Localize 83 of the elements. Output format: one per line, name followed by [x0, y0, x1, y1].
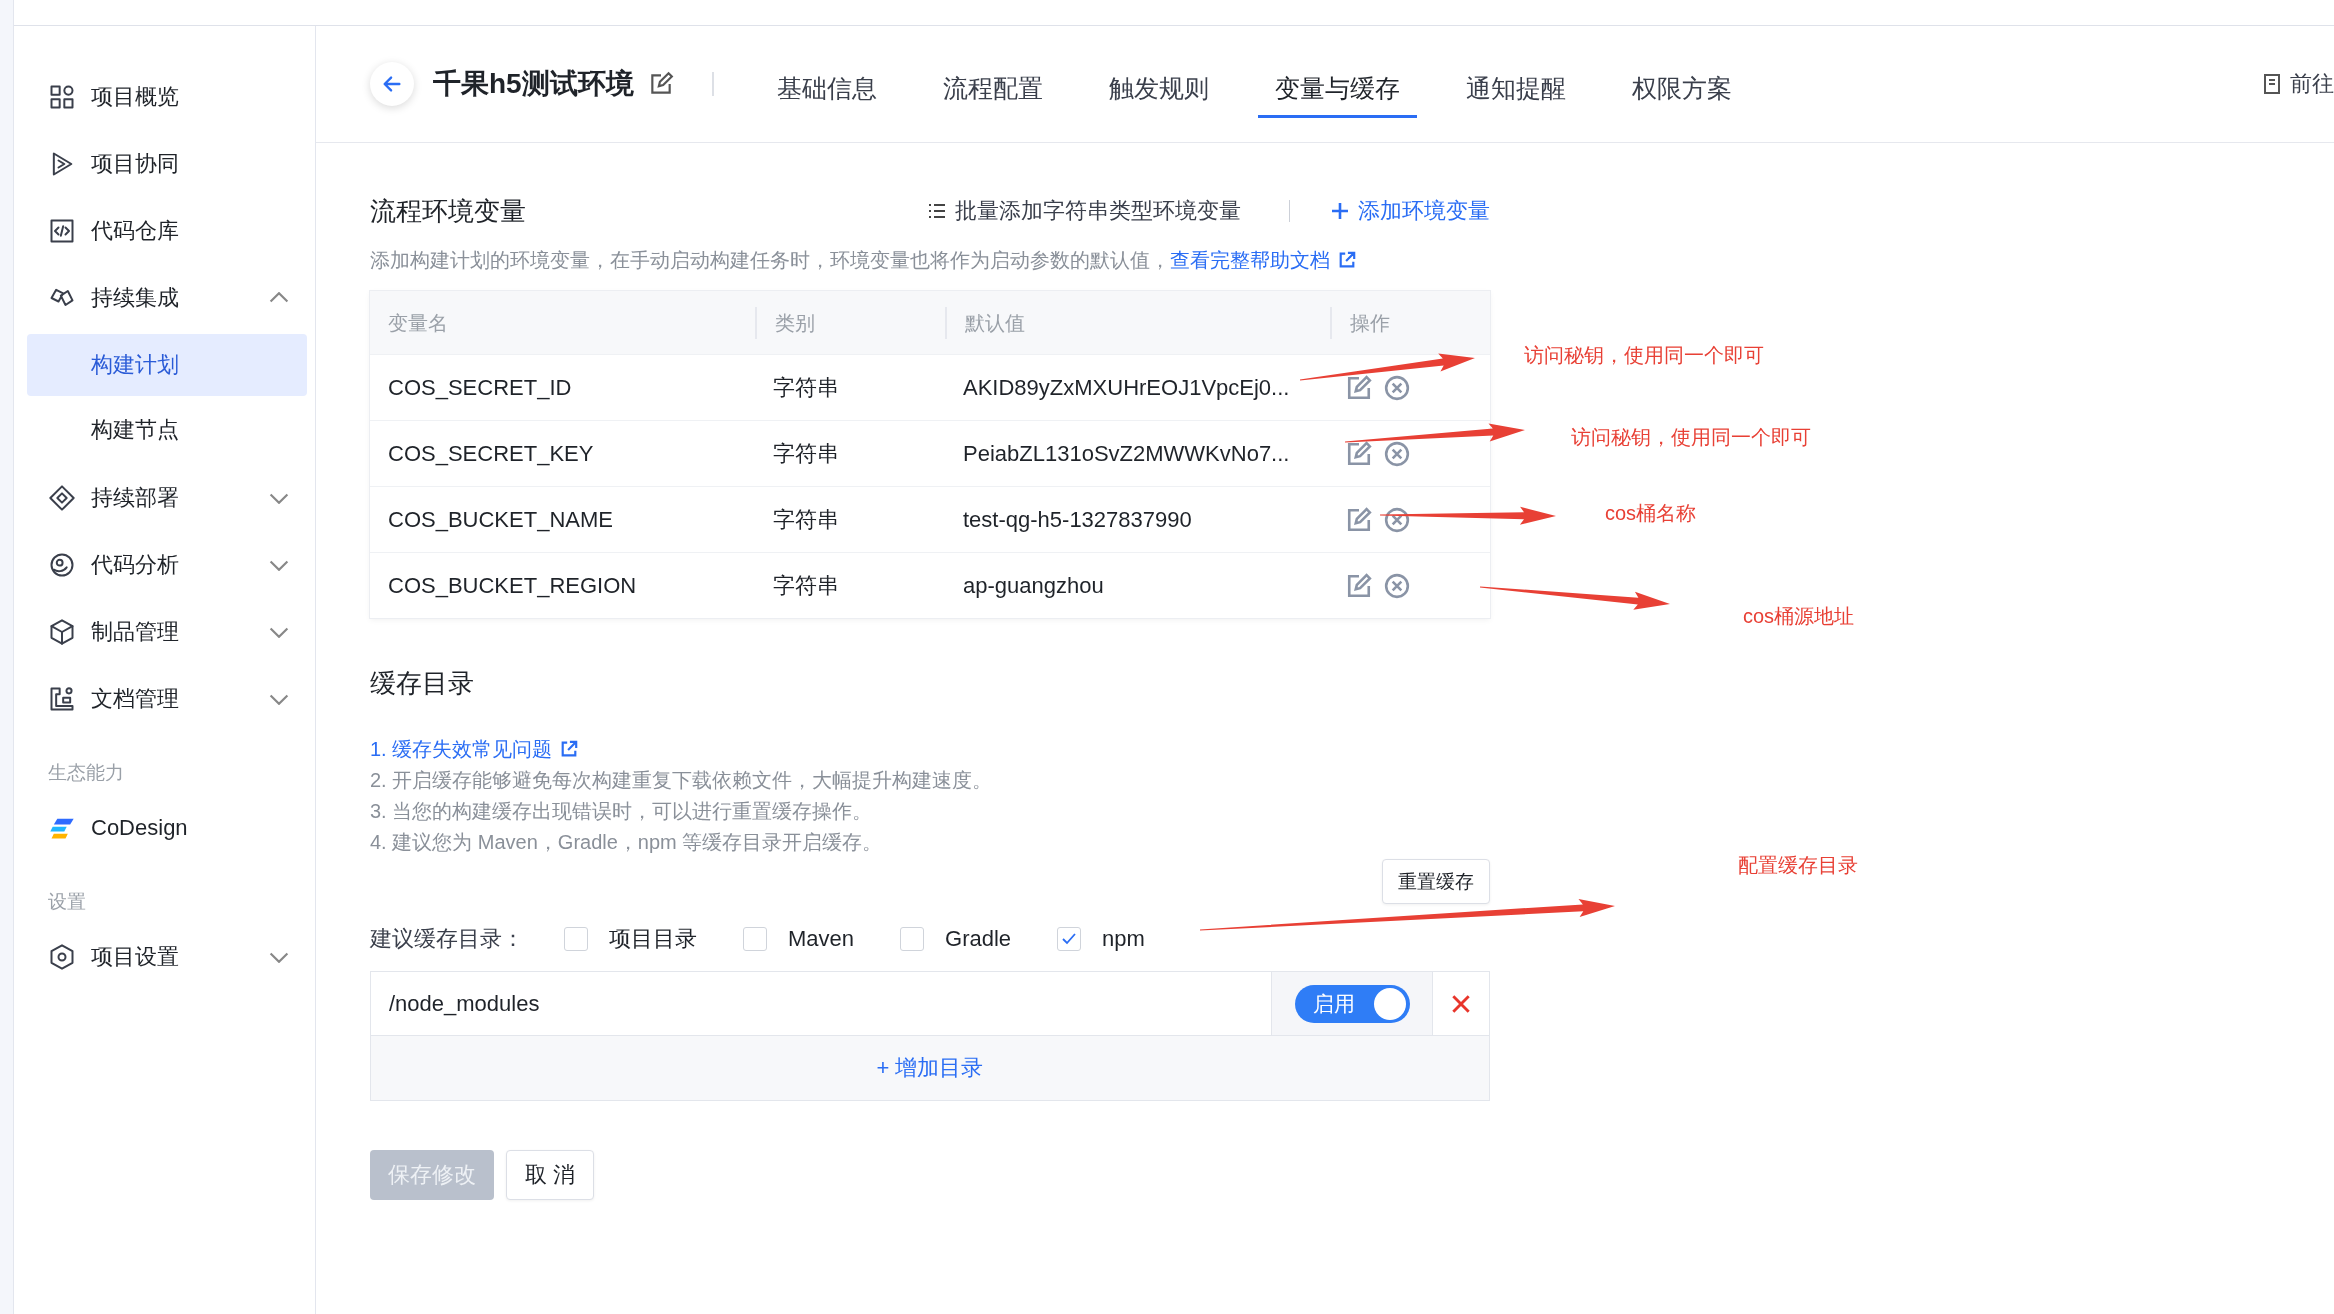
cancel-button[interactable]: 取 消 — [506, 1150, 595, 1200]
annotation-text: cos桶源地址 — [1743, 604, 1855, 629]
table-cell-text: 字符串 — [772, 373, 840, 402]
document-icon — [48, 684, 76, 713]
checkbox-label: npm — [1102, 926, 1145, 952]
add-variable-button[interactable]: 添加环境变量 — [1330, 196, 1490, 226]
tab[interactable]: 基础信息 — [759, 50, 894, 118]
tab[interactable]: 权限方案 — [1614, 50, 1749, 118]
annotation-text: 配置缓存目录 — [1738, 853, 1858, 878]
page-title: 千果h5测试环境 — [433, 67, 634, 101]
nav-item[interactable]: 制品管理 — [14, 598, 315, 665]
column-header: 操作 — [1330, 306, 1490, 339]
tab[interactable]: 流程配置 — [925, 50, 1060, 118]
nav-item[interactable]: 项目协同 — [14, 130, 315, 197]
note-text: 2. 开启缓存能够避免每次构建重复下载依赖文件，大幅提升构建速度。 — [370, 768, 994, 793]
back-arrow-icon — [381, 73, 403, 95]
nav-item[interactable]: 代码仓库 — [14, 197, 315, 264]
edit-icon[interactable] — [1346, 440, 1372, 467]
table-cell-text: 字符串 — [772, 571, 840, 600]
nav-item[interactable]: 构建节点 — [27, 399, 307, 461]
checkbox-label: Maven — [788, 926, 855, 952]
checkbox[interactable] — [564, 927, 588, 951]
path-field[interactable]: /node_modules — [371, 972, 1271, 1035]
section-title: 流程环境变量 — [370, 194, 526, 228]
field-label: 建议缓存目录： — [370, 925, 524, 953]
diamond-icon — [48, 483, 76, 512]
checkbox[interactable] — [743, 927, 767, 951]
close-icon[interactable] — [1450, 992, 1472, 1015]
nav-item[interactable]: CoDesign — [14, 794, 315, 861]
checkbox[interactable] — [900, 927, 925, 951]
note-text: 3. 当您的构建缓存出现错误时，可以进行重置缓存操作。 — [370, 799, 874, 824]
section-title: 设置 — [47, 890, 87, 914]
tab[interactable]: 变量与缓存 — [1257, 50, 1417, 118]
reset-cache-button[interactable]: 重置缓存 — [1382, 859, 1490, 904]
nav-item[interactable]: 构建计划 — [27, 334, 307, 396]
external-link-icon — [560, 740, 579, 758]
checkbox-label: 项目目录 — [609, 925, 697, 953]
batch-add-button[interactable]: 批量添加字符串类型环境变量 — [927, 196, 1241, 226]
help-link[interactable]: 查看完整帮助文档 — [1170, 249, 1356, 271]
list-icon — [927, 201, 947, 221]
table-cell-text: 字符串 — [772, 505, 840, 534]
table-cell-text: COS_BUCKET_NAME — [387, 506, 614, 533]
nav-item[interactable]: 文档管理 — [14, 665, 315, 732]
external-link-icon — [1338, 251, 1356, 269]
annotation-text: 访问秘钥，使用同一个即可 — [1524, 343, 1764, 368]
table-cell-text: COS_BUCKET_REGION — [387, 572, 638, 599]
goto-link[interactable]: 前往 — [2290, 69, 2334, 99]
nav-item[interactable]: 持续部署 — [14, 464, 315, 531]
table-cell-text: ap-guangzhou — [962, 572, 1105, 599]
back-button[interactable] — [370, 62, 414, 106]
table-cell-text: COS_SECRET_KEY — [387, 440, 595, 467]
column-header: 默认值 — [945, 306, 1330, 339]
tab[interactable]: 通知提醒 — [1448, 50, 1583, 118]
nav-item[interactable]: 项目概览 — [14, 63, 315, 130]
table-cell-text: PeiabZL131oSvZ2MWWKvNo7... — [962, 440, 1291, 467]
checkbox-label: Gradle — [945, 926, 1012, 952]
table-cell-text: AKID89yZxMXUHrEOJ1VpcEj0... — [962, 374, 1291, 401]
toggle-switch[interactable]: 启用 — [1294, 984, 1410, 1023]
plus-icon — [1330, 201, 1350, 221]
nav-item[interactable]: 项目设置 — [14, 923, 315, 990]
delete-icon[interactable] — [1384, 506, 1410, 533]
table-cell-text: 字符串 — [772, 439, 840, 468]
tab[interactable]: 触发规则 — [1091, 50, 1226, 118]
nav-item[interactable]: 持续集成 — [14, 264, 315, 331]
table-cell-text: test-qg-h5-1327837990 — [962, 506, 1193, 533]
delete-icon[interactable] — [1384, 572, 1410, 599]
column-header: 类别 — [755, 306, 945, 339]
settings-icon — [48, 942, 76, 971]
annotation-text: cos桶名称 — [1605, 501, 1697, 526]
cube-icon — [48, 617, 76, 646]
faq-link[interactable]: 1. 缓存失效常见问题 — [370, 734, 579, 765]
table-cell-text: COS_SECRET_ID — [387, 374, 573, 401]
description-text: 添加构建计划的环境变量，在手动启动构建任务时，环境变量也将作为启动参数的默认值，查看完整帮助文档 — [370, 245, 1490, 275]
annotation-text: 访问秘钥，使用同一个即可 — [1571, 425, 1811, 450]
delete-icon[interactable] — [1384, 374, 1410, 401]
section-title: 缓存目录 — [370, 667, 475, 700]
delete-icon[interactable] — [1384, 440, 1410, 467]
note-text: 4. 建议您为 Maven，Gradle，npm 等缓存目录开启缓存。 — [370, 830, 884, 855]
section-title: 生态能力 — [47, 761, 125, 785]
add-directory-button[interactable]: + 增加目录 — [371, 1036, 1489, 1100]
nav-item[interactable]: 代码分析 — [14, 531, 315, 598]
checkbox[interactable] — [1057, 927, 1082, 951]
column-header: 变量名 — [387, 310, 449, 336]
